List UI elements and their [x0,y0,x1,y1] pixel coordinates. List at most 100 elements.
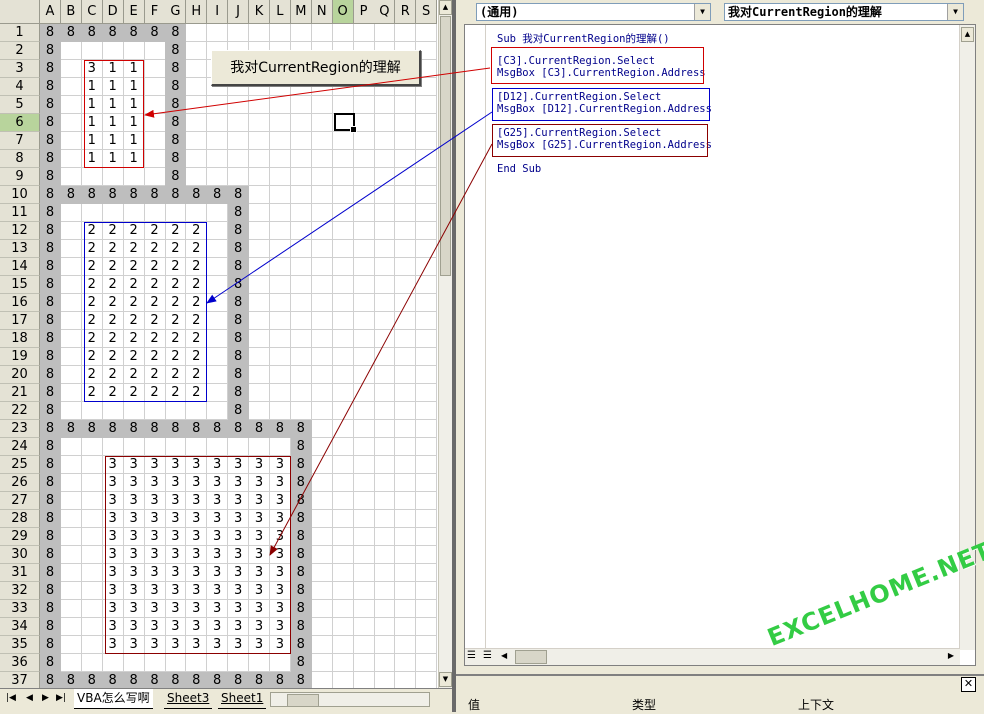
cell-S21[interactable] [416,384,438,402]
cell-G30[interactable]: 3 [165,546,187,564]
cell-M10[interactable] [290,186,312,204]
cell-H14[interactable]: 2 [186,258,208,276]
cell-Q21[interactable] [374,384,396,402]
row-header-9[interactable]: 9 [0,168,40,186]
cell-F33[interactable]: 3 [144,600,166,618]
cell-A21[interactable]: 8 [40,384,61,402]
cell-L12[interactable] [269,222,291,240]
cell-Q11[interactable] [374,204,396,222]
cell-M34[interactable]: 8 [290,618,312,636]
cell-E31[interactable]: 3 [123,564,145,582]
cell-C5[interactable]: 1 [81,96,103,114]
cell-K6[interactable] [249,114,270,132]
cell-B19[interactable] [60,348,82,366]
cell-E2[interactable] [123,42,145,60]
cell-F32[interactable]: 3 [144,582,166,600]
cell-P37[interactable] [354,672,375,688]
cell-G2[interactable]: 8 [165,42,187,60]
code-hscroll-thumb[interactable] [515,650,547,664]
column-header-Q[interactable]: Q [374,0,396,24]
cell-L20[interactable] [269,366,291,384]
cell-L9[interactable] [269,168,291,186]
cell-M32[interactable]: 8 [290,582,312,600]
cell-H24[interactable] [186,438,208,456]
cell-C21[interactable]: 2 [81,384,103,402]
cell-G6[interactable]: 8 [165,114,187,132]
cell-N36[interactable] [311,654,333,672]
cell-R33[interactable] [395,600,417,618]
cell-I16[interactable] [207,294,229,312]
cell-Q29[interactable] [374,528,396,546]
cell-A18[interactable]: 8 [40,330,61,348]
cell-Q8[interactable] [374,150,396,168]
cell-C33[interactable] [81,600,103,618]
cell-H22[interactable] [186,402,208,420]
cell-H35[interactable]: 3 [186,636,208,654]
cell-S5[interactable] [416,96,438,114]
cell-A23[interactable]: 8 [40,420,61,438]
cell-S8[interactable] [416,150,438,168]
cell-R21[interactable] [395,384,417,402]
cell-P7[interactable] [353,132,375,150]
cell-C15[interactable]: 2 [81,276,103,294]
cell-H21[interactable]: 2 [186,384,208,402]
cell-A28[interactable]: 8 [40,510,61,528]
cell-D2[interactable] [102,42,124,60]
cell-P18[interactable] [353,330,375,348]
cell-F34[interactable]: 3 [144,618,166,636]
cell-P32[interactable] [353,582,375,600]
cell-S12[interactable] [416,222,438,240]
cell-N21[interactable] [311,384,333,402]
cell-Q34[interactable] [374,618,396,636]
cell-F5[interactable] [144,96,166,114]
cell-F16[interactable]: 2 [144,294,166,312]
cell-O15[interactable] [332,276,354,294]
cell-C31[interactable] [81,564,103,582]
cell-H37[interactable]: 8 [186,672,208,688]
cell-F15[interactable]: 2 [144,276,166,294]
cell-S1[interactable] [416,24,438,42]
cell-M23[interactable]: 8 [290,420,312,438]
cell-B3[interactable] [60,60,82,78]
cell-D14[interactable]: 2 [102,258,124,276]
cell-R1[interactable] [395,24,417,42]
row-header-24[interactable]: 24 [0,438,40,456]
cell-K10[interactable] [249,186,270,204]
cell-A1[interactable]: 8 [40,24,61,42]
cell-I6[interactable] [207,114,229,132]
cell-C29[interactable] [81,528,103,546]
cell-O5[interactable] [332,96,354,114]
cell-K34[interactable]: 3 [249,618,270,636]
cell-E33[interactable]: 3 [123,600,145,618]
cell-J16[interactable]: 8 [228,294,250,312]
cell-O10[interactable] [332,186,354,204]
hscroll-thumb[interactable] [287,694,319,707]
cell-N31[interactable] [311,564,333,582]
cell-I10[interactable]: 8 [207,186,229,204]
row-header-7[interactable]: 7 [0,132,40,150]
cell-G36[interactable] [165,654,187,672]
cell-G18[interactable]: 2 [165,330,187,348]
column-header-G[interactable]: G [165,0,187,24]
cell-C34[interactable] [81,618,103,636]
cell-N28[interactable] [311,510,333,528]
cell-E21[interactable]: 2 [123,384,145,402]
cell-K30[interactable]: 3 [249,546,270,564]
cell-B26[interactable] [60,474,82,492]
cell-O25[interactable] [332,456,354,474]
cell-N32[interactable] [311,582,333,600]
chevron-down-icon[interactable]: ▼ [947,4,963,20]
cell-L22[interactable] [269,402,291,420]
cell-M36[interactable]: 8 [290,654,312,672]
cell-R23[interactable] [395,420,417,438]
cell-S14[interactable] [416,258,438,276]
cell-G28[interactable]: 3 [165,510,187,528]
cell-L21[interactable] [269,384,291,402]
cell-P1[interactable] [353,24,375,42]
cell-B5[interactable] [60,96,82,114]
row-header-27[interactable]: 27 [0,492,40,510]
cell-L26[interactable]: 3 [269,474,291,492]
row-header-6[interactable]: 6 [0,114,40,132]
cell-F11[interactable] [144,204,166,222]
cell-S20[interactable] [416,366,438,384]
